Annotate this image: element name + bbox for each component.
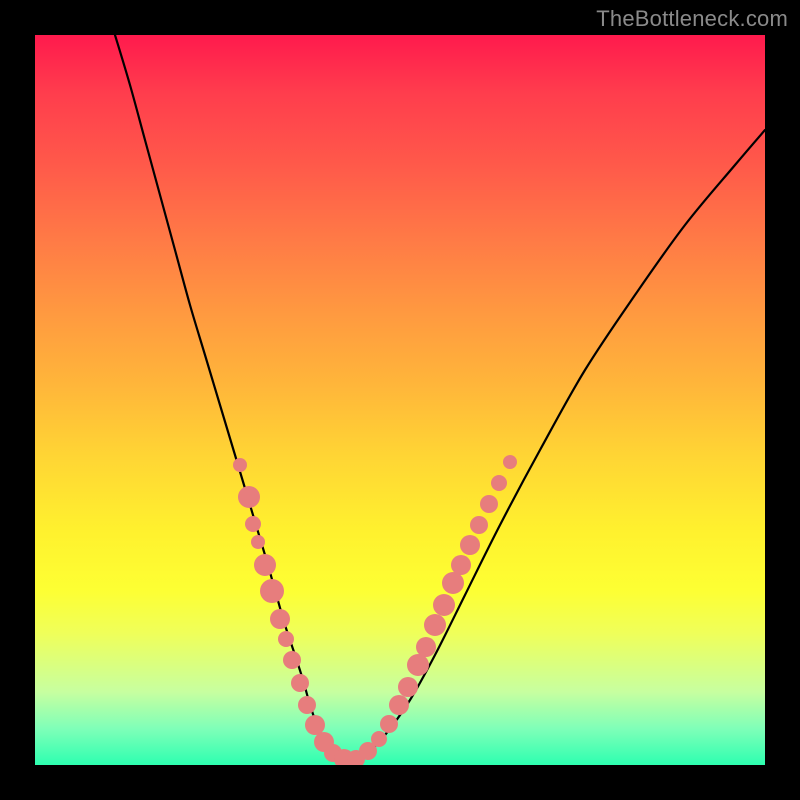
curve-path bbox=[115, 35, 765, 760]
data-marker bbox=[298, 696, 316, 714]
data-marker bbox=[503, 455, 517, 469]
data-marker bbox=[254, 554, 276, 576]
curve-line bbox=[115, 35, 765, 760]
data-marker bbox=[470, 516, 488, 534]
data-marker bbox=[283, 651, 301, 669]
data-markers bbox=[233, 455, 517, 765]
data-marker bbox=[442, 572, 464, 594]
chart-svg bbox=[35, 35, 765, 765]
data-marker bbox=[480, 495, 498, 513]
data-marker bbox=[451, 555, 471, 575]
data-marker bbox=[270, 609, 290, 629]
chart-frame: TheBottleneck.com bbox=[0, 0, 800, 800]
data-marker bbox=[424, 614, 446, 636]
data-marker bbox=[278, 631, 294, 647]
data-marker bbox=[251, 535, 265, 549]
plot-area bbox=[35, 35, 765, 765]
data-marker bbox=[398, 677, 418, 697]
data-marker bbox=[291, 674, 309, 692]
data-marker bbox=[305, 715, 325, 735]
data-marker bbox=[460, 535, 480, 555]
data-marker bbox=[371, 731, 387, 747]
data-marker bbox=[245, 516, 261, 532]
data-marker bbox=[233, 458, 247, 472]
data-marker bbox=[260, 579, 284, 603]
data-marker bbox=[416, 637, 436, 657]
data-marker bbox=[491, 475, 507, 491]
data-marker bbox=[389, 695, 409, 715]
watermark-text: TheBottleneck.com bbox=[596, 6, 788, 32]
data-marker bbox=[407, 654, 429, 676]
data-marker bbox=[380, 715, 398, 733]
data-marker bbox=[433, 594, 455, 616]
data-marker bbox=[238, 486, 260, 508]
